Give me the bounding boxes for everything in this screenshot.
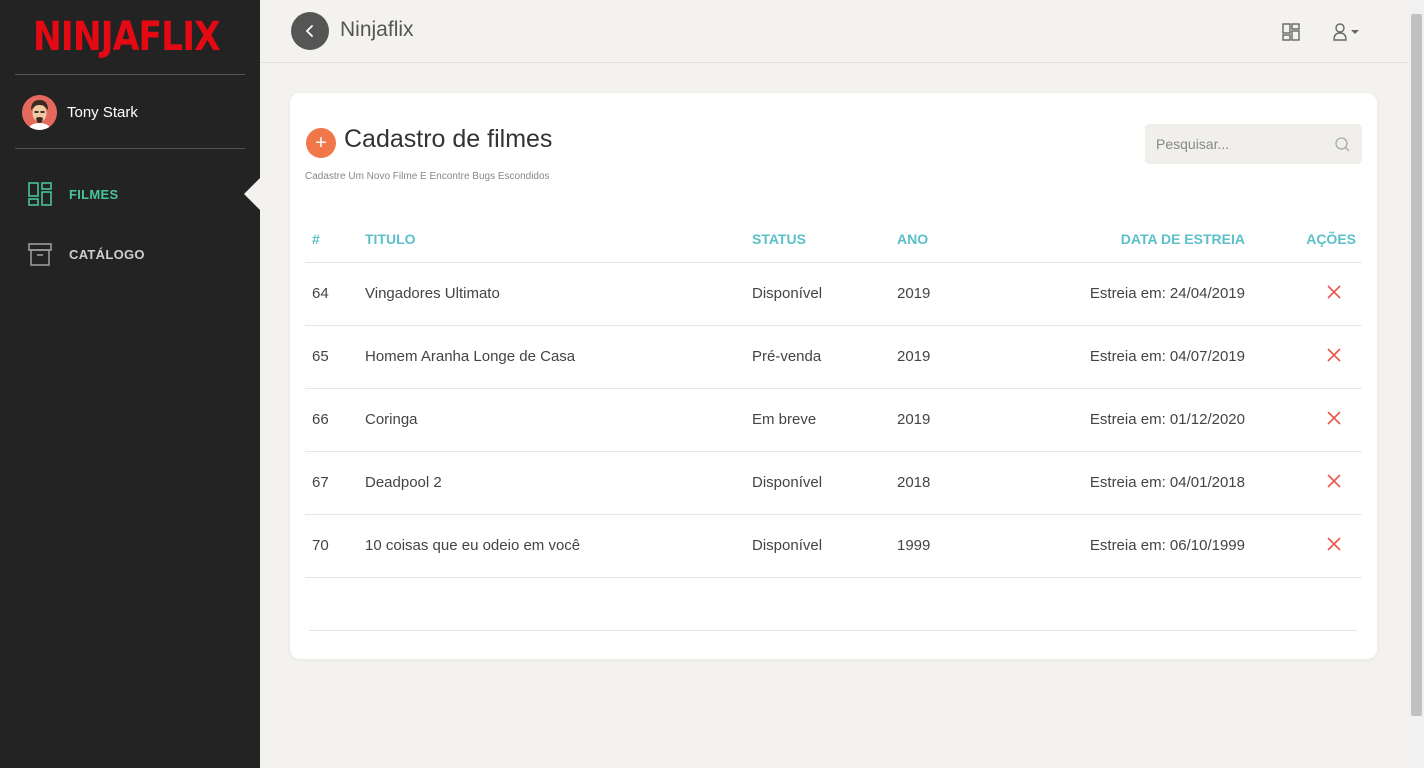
sidebar-divider bbox=[15, 74, 245, 75]
column-header-actions: AÇÕES bbox=[1245, 217, 1362, 263]
table-row[interactable]: 66 Coringa Em breve 2019 Estreia em: 01/… bbox=[305, 388, 1362, 452]
user-name: Tony Stark bbox=[67, 104, 138, 121]
search-icon[interactable] bbox=[1334, 136, 1351, 153]
movie-year: 2019 bbox=[897, 262, 1017, 326]
page-title: Cadastro de filmes bbox=[344, 125, 553, 153]
sidebar-item-label: FILMES bbox=[69, 186, 119, 202]
card-footer-divider bbox=[309, 630, 1357, 631]
search-box bbox=[1145, 124, 1362, 164]
page-subtitle: Cadastre Um Novo Filme E Encontre Bugs E… bbox=[305, 171, 550, 182]
sidebar-item-filmes[interactable]: FILMES bbox=[27, 181, 118, 207]
sidebar-item-catalogo[interactable]: CATÁLOGO bbox=[27, 241, 145, 267]
movie-title: Vingadores Ultimato bbox=[365, 262, 752, 326]
column-header-status[interactable]: STATUS bbox=[752, 217, 897, 263]
row-actions bbox=[1245, 451, 1362, 515]
movie-release-date: Estreia em: 04/07/2019 bbox=[1017, 325, 1245, 389]
add-movie-button[interactable]: + bbox=[306, 128, 336, 158]
sidebar-item-label: CATÁLOGO bbox=[69, 246, 145, 262]
app-logo[interactable]: NINJAFLIX bbox=[33, 14, 225, 60]
sidebar: NINJAFLIX Tony Stark FILMES CATÁLOGO bbox=[0, 0, 260, 768]
table-header-row: # TITULO STATUS ANO DATA DE ESTREIA AÇÕE… bbox=[305, 217, 1362, 263]
back-button[interactable] bbox=[291, 12, 329, 50]
archive-icon bbox=[28, 243, 52, 266]
page-header-title: Ninjaflix bbox=[340, 18, 414, 41]
table-row[interactable]: 64 Vingadores Ultimato Disponível 2019 E… bbox=[305, 262, 1362, 326]
column-header-id[interactable]: # bbox=[305, 217, 365, 263]
movie-status: Em breve bbox=[752, 388, 897, 452]
movie-title: Homem Aranha Longe de Casa bbox=[365, 325, 752, 389]
row-actions bbox=[1245, 262, 1362, 326]
movie-title: Deadpool 2 bbox=[365, 451, 752, 515]
delete-icon[interactable] bbox=[1326, 410, 1342, 426]
dashboard-icon bbox=[28, 182, 52, 206]
column-header-year[interactable]: ANO bbox=[897, 217, 1017, 263]
column-header-release-date[interactable]: DATA DE ESTREIA bbox=[1017, 217, 1245, 263]
movie-status: Disponível bbox=[752, 451, 897, 515]
sidebar-divider bbox=[15, 148, 245, 149]
topbar: Ninjaflix bbox=[260, 0, 1409, 63]
movie-title: Coringa bbox=[365, 388, 752, 452]
movie-title: 10 coisas que eu odeio em você bbox=[365, 514, 752, 578]
movie-year: 2018 bbox=[897, 451, 1017, 515]
page-scrollbar[interactable] bbox=[1409, 0, 1424, 768]
movie-release-date: Estreia em: 24/04/2019 bbox=[1017, 262, 1245, 326]
column-header-title[interactable]: TITULO bbox=[365, 217, 752, 263]
search-input[interactable] bbox=[1145, 124, 1325, 164]
delete-icon[interactable] bbox=[1326, 284, 1342, 300]
table-row[interactable]: 65 Homem Aranha Longe de Casa Pré-venda … bbox=[305, 325, 1362, 389]
movie-id: 65 bbox=[305, 325, 365, 389]
row-actions bbox=[1245, 325, 1362, 389]
movie-release-date: Estreia em: 06/10/1999 bbox=[1017, 514, 1245, 578]
movies-table: # TITULO STATUS ANO DATA DE ESTREIA AÇÕE… bbox=[305, 217, 1362, 578]
row-actions bbox=[1245, 514, 1362, 578]
movie-year: 2019 bbox=[897, 388, 1017, 452]
delete-icon[interactable] bbox=[1326, 347, 1342, 363]
movie-release-date: Estreia em: 04/01/2018 bbox=[1017, 451, 1245, 515]
movie-id: 66 bbox=[305, 388, 365, 452]
row-actions bbox=[1245, 388, 1362, 452]
user-menu-icon[interactable] bbox=[1332, 21, 1366, 43]
grid-view-icon[interactable] bbox=[1280, 21, 1302, 43]
delete-icon[interactable] bbox=[1326, 473, 1342, 489]
movie-id: 70 bbox=[305, 514, 365, 578]
movie-id: 64 bbox=[305, 262, 365, 326]
movie-year: 2019 bbox=[897, 325, 1017, 389]
active-indicator bbox=[244, 178, 260, 210]
movie-release-date: Estreia em: 01/12/2020 bbox=[1017, 388, 1245, 452]
movie-status: Pré-venda bbox=[752, 325, 897, 389]
movie-status: Disponível bbox=[752, 514, 897, 578]
delete-icon[interactable] bbox=[1326, 536, 1342, 552]
movie-status: Disponível bbox=[752, 262, 897, 326]
table-row[interactable]: 70 10 coisas que eu odeio em você Dispon… bbox=[305, 514, 1362, 578]
table-row[interactable]: 67 Deadpool 2 Disponível 2018 Estreia em… bbox=[305, 451, 1362, 515]
scrollbar-thumb[interactable] bbox=[1411, 14, 1422, 716]
user-profile[interactable]: Tony Stark bbox=[22, 95, 138, 130]
movie-id: 67 bbox=[305, 451, 365, 515]
chevron-left-icon bbox=[305, 25, 313, 37]
movie-year: 1999 bbox=[897, 514, 1017, 578]
movies-card: + Cadastro de filmes Cadastre Um Novo Fi… bbox=[290, 93, 1377, 659]
avatar bbox=[22, 95, 57, 130]
